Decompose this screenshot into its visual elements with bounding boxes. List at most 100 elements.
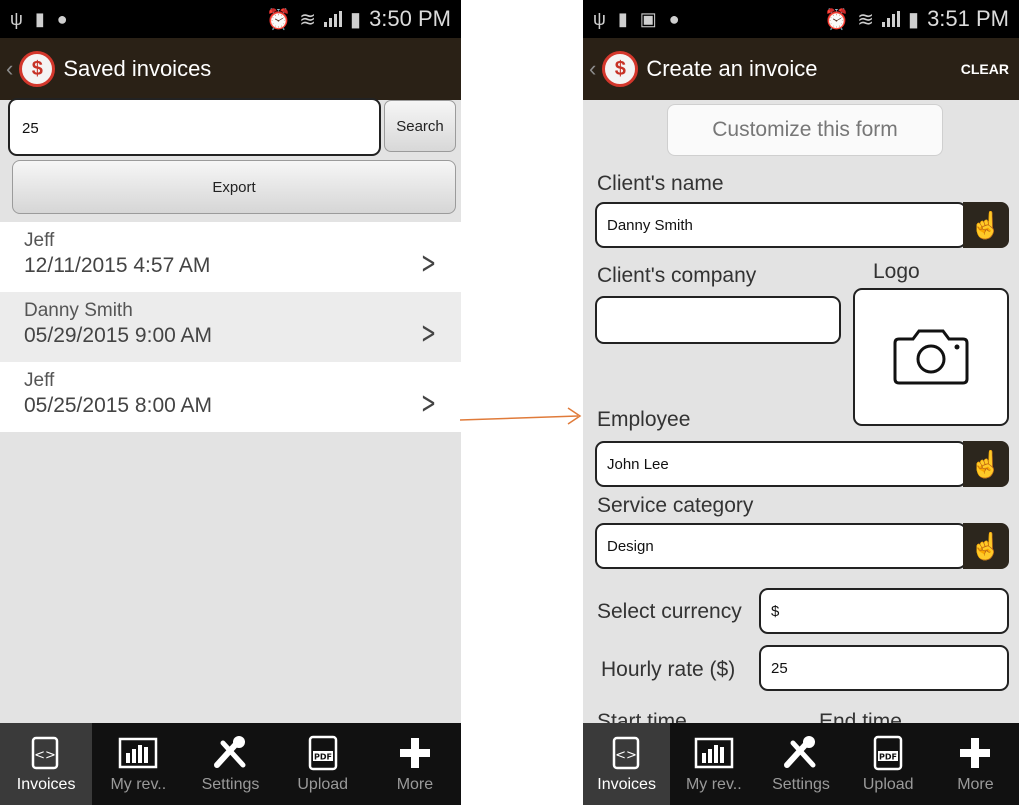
hourly-rate-label: Hourly rate ($) bbox=[601, 658, 736, 681]
client-company-field[interactable] bbox=[595, 296, 841, 344]
client-name-label: Client's name bbox=[597, 172, 724, 195]
invoices-icon: <> bbox=[29, 734, 63, 772]
nav-upload[interactable]: PDF Upload bbox=[845, 723, 932, 805]
employee-field[interactable]: John Lee bbox=[595, 441, 967, 487]
nav-label: Invoices bbox=[16, 776, 76, 793]
nav-label: Invoices bbox=[597, 776, 656, 793]
nav-label: More bbox=[396, 776, 434, 793]
invoice-client-name: Jeff bbox=[24, 230, 55, 251]
image-icon: ▣ bbox=[639, 8, 657, 29]
plus-icon bbox=[958, 734, 992, 772]
service-category-picker-button[interactable]: ☝ bbox=[963, 523, 1009, 569]
employee-label: Employee bbox=[597, 408, 691, 431]
currency-label: Select currency bbox=[597, 600, 742, 623]
svg-text:<>: <> bbox=[615, 748, 637, 763]
wifi-icon: ≋ bbox=[857, 8, 875, 31]
wifi-icon: ≋ bbox=[299, 8, 317, 31]
back-chevron-icon[interactable]: ‹ bbox=[589, 56, 596, 82]
bottom-nav: <> Invoices My rev.. Settings PDF Upload bbox=[583, 723, 1019, 805]
nav-my-revenue[interactable]: My rev.. bbox=[92, 723, 184, 805]
client-picker-button[interactable]: ☝ bbox=[963, 202, 1009, 248]
nav-label: Upload bbox=[297, 776, 349, 793]
client-name-field[interactable]: Danny Smith bbox=[595, 202, 967, 248]
logo-upload-box[interactable] bbox=[853, 288, 1009, 426]
page-title: Create an invoice bbox=[646, 56, 818, 81]
hand-pointer-icon: ☝ bbox=[969, 209, 1003, 240]
chat-icon: ● bbox=[56, 8, 68, 29]
customize-form-button[interactable]: Customize this form bbox=[667, 104, 943, 156]
usb-icon: ψ bbox=[593, 8, 606, 29]
chevron-right-icon: > bbox=[420, 386, 436, 421]
app-logo-icon[interactable]: $ bbox=[19, 51, 56, 87]
pdf-upload-icon: PDF bbox=[872, 734, 904, 772]
nav-upload[interactable]: PDF Upload bbox=[277, 723, 369, 805]
nav-label: Settings bbox=[772, 776, 830, 793]
bottom-nav: <> Invoices My rev.. Settings PDF Upload bbox=[0, 723, 461, 805]
status-time: 3:50 PM bbox=[369, 6, 451, 31]
revenue-chart-icon bbox=[118, 734, 158, 772]
search-input[interactable]: 25 bbox=[8, 98, 381, 156]
create-invoice-screen: ψ ▮ ▣ ● ⏰ ≋ ▮ 3:51 PM ‹ $ Create an invo… bbox=[583, 0, 1019, 805]
list-item[interactable]: Danny Smith 05/29/2015 9:00 AM > bbox=[0, 292, 461, 362]
list-item[interactable]: Jeff 12/11/2015 4:57 AM > bbox=[0, 222, 461, 292]
nav-label: Settings bbox=[201, 776, 260, 793]
search-row: 25 Search bbox=[8, 98, 456, 156]
pdf-upload-icon: PDF bbox=[307, 734, 339, 772]
battery-icon: ▮ bbox=[908, 8, 920, 31]
invoice-list: Jeff 12/11/2015 4:57 AM > Danny Smith 05… bbox=[0, 222, 461, 432]
usb-icon: ψ bbox=[10, 8, 23, 29]
employee-picker-button[interactable]: ☝ bbox=[963, 441, 1009, 487]
search-button[interactable]: Search bbox=[384, 100, 456, 152]
settings-tools-icon bbox=[211, 734, 251, 772]
currency-field[interactable]: $ bbox=[759, 588, 1009, 634]
nav-invoices[interactable]: <> Invoices bbox=[583, 723, 671, 805]
hourly-rate-field[interactable]: 25 bbox=[759, 645, 1009, 691]
invoice-datetime: 12/11/2015 4:57 AM bbox=[24, 254, 211, 277]
nav-label: My rev.. bbox=[685, 776, 742, 793]
battery-icon: ▮ bbox=[350, 8, 362, 31]
invoice-client-name: Jeff bbox=[24, 370, 55, 391]
invoice-datetime: 05/25/2015 8:00 AM bbox=[24, 394, 212, 417]
svg-text:<>: <> bbox=[34, 748, 56, 763]
invoice-client-name: Danny Smith bbox=[24, 300, 133, 321]
hand-pointer-icon: ☝ bbox=[969, 448, 1003, 479]
nav-settings[interactable]: Settings bbox=[757, 723, 844, 805]
status-time: 3:51 PM bbox=[927, 6, 1009, 31]
alarm-icon: ⏰ bbox=[824, 8, 850, 31]
invoice-datetime: 05/29/2015 9:00 AM bbox=[24, 324, 212, 347]
export-button[interactable]: Export bbox=[12, 160, 456, 214]
back-chevron-icon[interactable]: ‹ bbox=[6, 56, 13, 82]
invoices-icon: <> bbox=[610, 734, 644, 772]
chevron-right-icon: > bbox=[420, 316, 436, 351]
nav-invoices[interactable]: <> Invoices bbox=[0, 723, 93, 805]
saved-invoices-screen: ψ ▮ ● ⏰ ≋ ▮ 3:50 PM ‹ $ Saved invoices 2… bbox=[0, 0, 461, 805]
nav-label: More bbox=[957, 776, 994, 793]
app-logo-icon[interactable]: $ bbox=[602, 51, 639, 87]
alarm-icon: ⏰ bbox=[266, 8, 292, 31]
nav-more[interactable]: More bbox=[932, 723, 1019, 805]
hand-pointer-icon: ☝ bbox=[969, 530, 1003, 561]
battery-icon: ▮ bbox=[34, 8, 45, 29]
svg-text:PDF: PDF bbox=[879, 753, 897, 762]
svg-text:PDF: PDF bbox=[314, 753, 332, 762]
connector-arrow bbox=[460, 407, 582, 425]
signal-icon bbox=[324, 11, 343, 27]
status-bar: ψ ▮ ● ⏰ ≋ ▮ 3:50 PM bbox=[0, 0, 461, 38]
nav-settings[interactable]: Settings bbox=[184, 723, 276, 805]
client-company-label: Client's company bbox=[597, 264, 757, 287]
camera-icon bbox=[893, 329, 969, 385]
action-bar: ‹ $ Saved invoices bbox=[0, 38, 461, 100]
page-title: Saved invoices bbox=[63, 56, 212, 81]
clear-button[interactable]: CLEAR bbox=[961, 61, 1009, 77]
service-category-field[interactable]: Design bbox=[595, 523, 967, 569]
settings-tools-icon bbox=[781, 734, 821, 772]
logo-label: Logo bbox=[873, 260, 920, 283]
service-category-label: Service category bbox=[597, 494, 754, 517]
signal-icon bbox=[882, 11, 901, 27]
list-item[interactable]: Jeff 05/25/2015 8:00 AM > bbox=[0, 362, 461, 432]
status-bar: ψ ▮ ▣ ● ⏰ ≋ ▮ 3:51 PM bbox=[583, 0, 1019, 38]
nav-my-revenue[interactable]: My rev.. bbox=[670, 723, 757, 805]
nav-more[interactable]: More bbox=[369, 723, 461, 805]
nav-label: Upload bbox=[862, 776, 914, 793]
action-bar: ‹ $ Create an invoice CLEAR bbox=[583, 38, 1019, 100]
